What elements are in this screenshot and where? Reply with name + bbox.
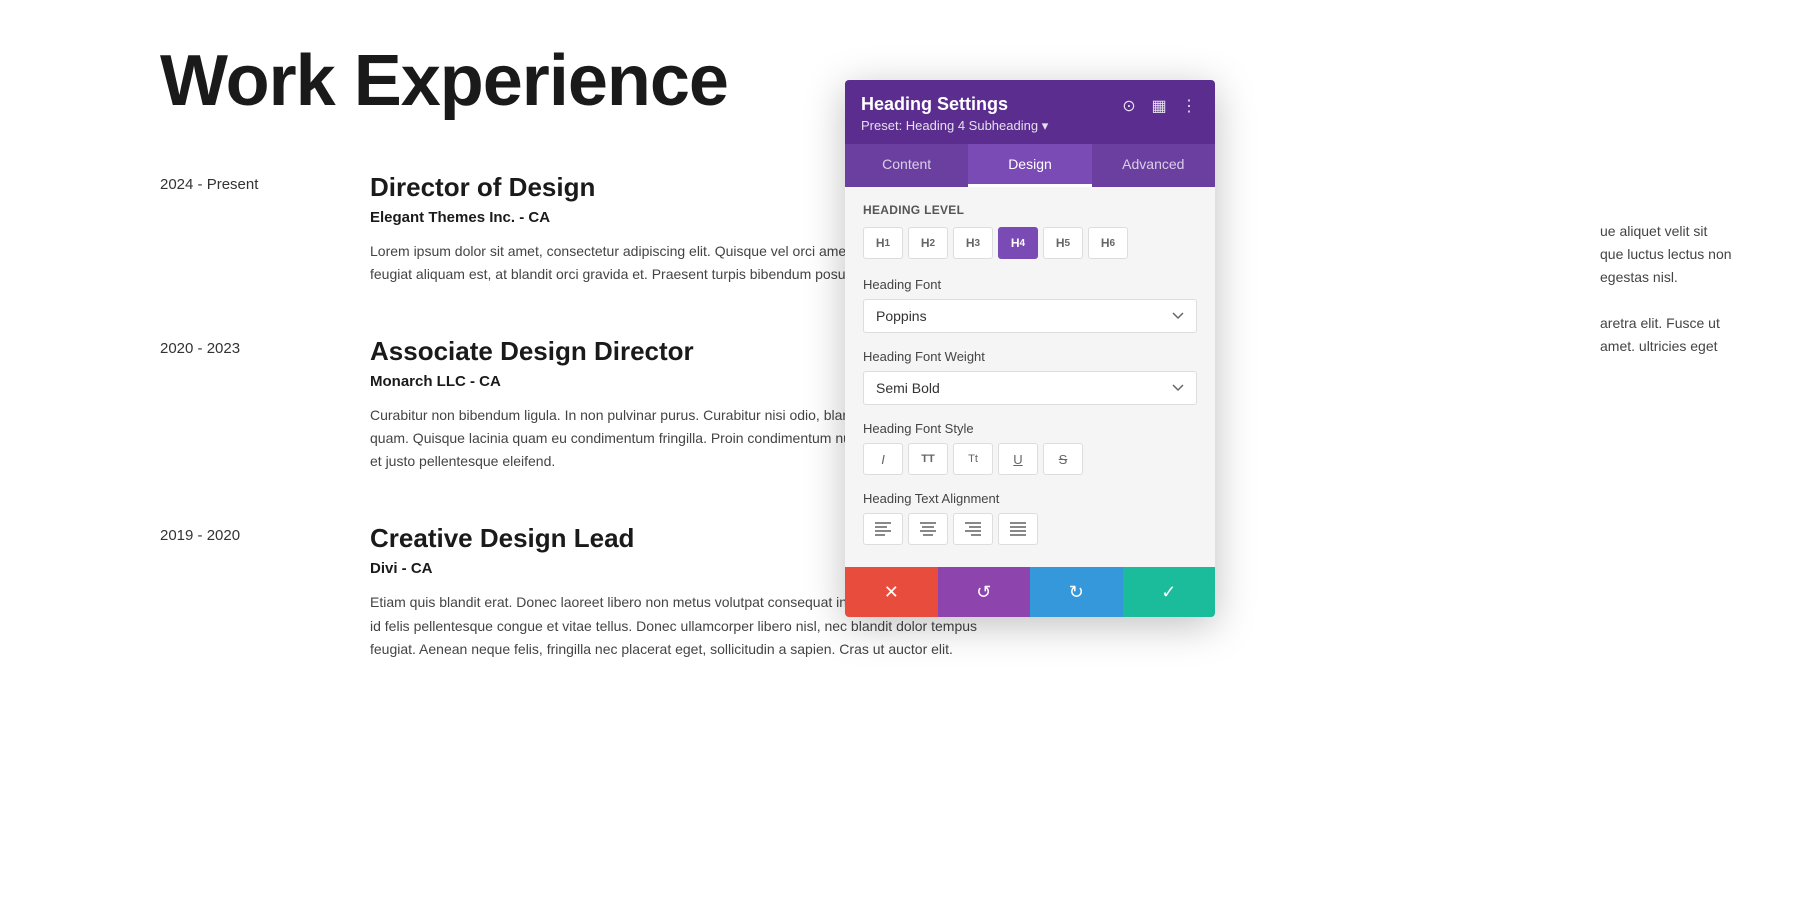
style-buttons: ITTTtUS [863,443,1197,475]
font-heading-label: Heading Font [863,277,1197,292]
work-date: 2020 - 2023 [160,336,330,473]
panel-footer: ✕ ↺ ↻ ✓ [845,567,1215,617]
more-icon[interactable]: ⋮ [1179,96,1199,116]
tab-content[interactable]: Content [845,144,968,187]
panel-header-icons: ⊙ ▦ ⋮ [1119,96,1199,116]
align-btn-justify[interactable] [998,513,1038,545]
align-btn-left[interactable] [863,513,903,545]
font-weight-select[interactable]: ThinLightRegularSemi BoldBoldExtra Bold [863,371,1197,405]
panel-title: Heading Settings [861,94,1119,115]
heading-level-btn-h6[interactable]: H6 [1088,227,1128,259]
font-weight-label: Heading Font Weight [863,349,1197,364]
heading-level-btn-h3[interactable]: H3 [953,227,993,259]
work-date: 2019 - 2020 [160,523,330,660]
tab-design[interactable]: Design [968,144,1091,187]
style-btn-underline[interactable]: U [998,443,1038,475]
panel-preset: Preset: Heading 4 Subheading ▾ [861,118,1119,134]
align-buttons [863,513,1197,545]
panel-header: Heading Settings Preset: Heading 4 Subhe… [845,80,1215,144]
grid-icon[interactable]: ▦ [1149,96,1169,116]
panel-body: Heading Level H1H2H3H4H5H6 Heading Font … [845,187,1215,567]
cancel-button[interactable]: ✕ [845,567,938,617]
heading-level-label: Heading Level [863,203,1197,217]
heading-levels: H1H2H3H4H5H6 [863,227,1197,259]
font-style-field: Heading Font Style ITTTtUS [863,421,1197,475]
reset-button[interactable]: ↺ [938,567,1031,617]
heading-settings-panel: Heading Settings Preset: Heading 4 Subhe… [845,80,1215,617]
panel-header-left: Heading Settings Preset: Heading 4 Subhe… [861,94,1119,134]
heading-level-btn-h2[interactable]: H2 [908,227,948,259]
focus-icon[interactable]: ⊙ [1119,96,1139,116]
text-align-label: Heading Text Alignment [863,491,1197,506]
heading-level-btn-h4[interactable]: H4 [998,227,1038,259]
style-btn-strikethrough[interactable]: S [1043,443,1083,475]
tab-advanced[interactable]: Advanced [1092,144,1215,187]
heading-level-btn-h1[interactable]: H1 [863,227,903,259]
style-btn-tt[interactable]: TT [908,443,948,475]
work-date: 2024 - Present [160,172,330,286]
panel-tabs: Content Design Advanced [845,144,1215,187]
font-heading-field: Heading Font PoppinsRobotoOpen SansLatoM… [863,277,1197,333]
font-weight-field: Heading Font Weight ThinLightRegularSemi… [863,349,1197,405]
style-btn-tt-small[interactable]: Tt [953,443,993,475]
heading-level-btn-h5[interactable]: H5 [1043,227,1083,259]
text-align-field: Heading Text Alignment [863,491,1197,545]
align-btn-center[interactable] [908,513,948,545]
align-btn-right[interactable] [953,513,993,545]
redo-button[interactable]: ↻ [1030,567,1123,617]
save-button[interactable]: ✓ [1123,567,1216,617]
font-heading-select[interactable]: PoppinsRobotoOpen SansLatoMontserrat [863,299,1197,333]
heading-level-field: Heading Level H1H2H3H4H5H6 [863,203,1197,259]
font-style-label: Heading Font Style [863,421,1197,436]
style-btn-italic[interactable]: I [863,443,903,475]
right-partial-text: ue aliquet velit sit que luctus lectus n… [1600,220,1800,359]
